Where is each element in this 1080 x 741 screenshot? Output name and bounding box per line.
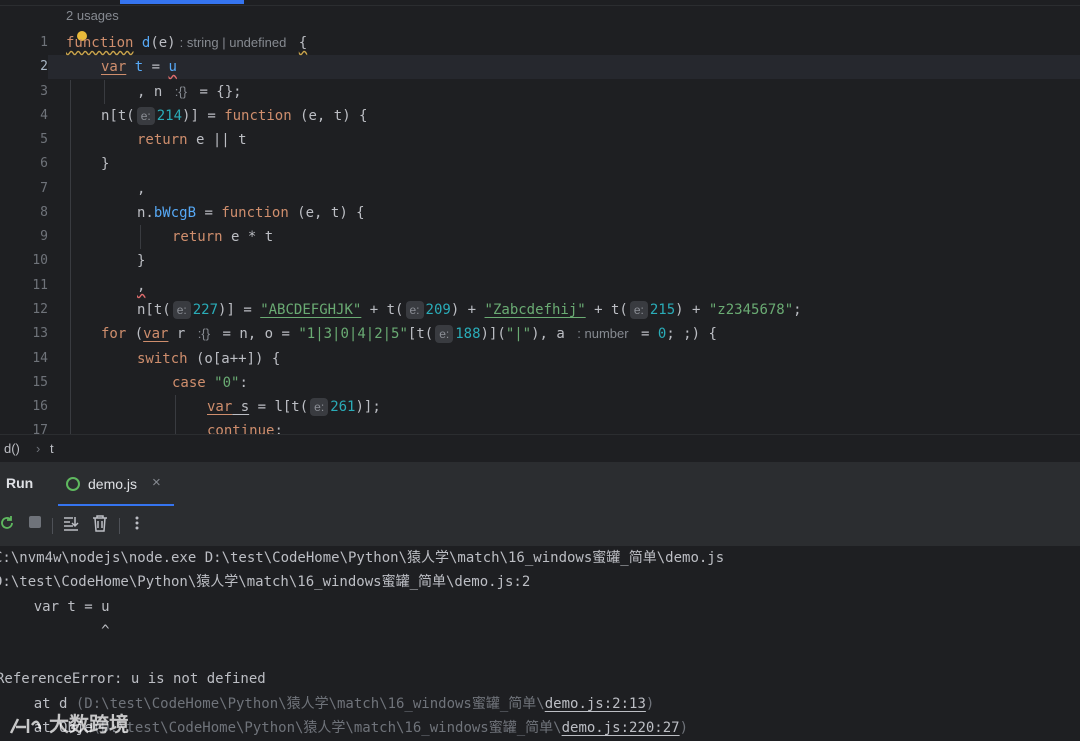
code-line-8[interactable]: n.bWcgB = function (e, t) { (137, 201, 365, 225)
line-number: 8 (40, 205, 48, 220)
code-line-3[interactable]: , n :{} = {}; (137, 80, 242, 104)
code-line-17[interactable]: continue; (207, 419, 283, 434)
line-number: 10 (32, 253, 48, 268)
line-number: 14 (32, 351, 48, 366)
breadcrumb-item-variable[interactable]: t (50, 435, 54, 463)
indent-guide (70, 80, 71, 434)
breadcrumb-item-function[interactable]: d() (4, 435, 20, 463)
type-hint: :{} (197, 326, 211, 341)
console-line: C:\nvm4w\nodejs\node.exe D:\test\CodeHom… (0, 550, 725, 566)
run-toolbar (0, 510, 1080, 542)
stack-link[interactable]: demo.js:2:13 (545, 696, 646, 712)
watermark-logo-icon (9, 717, 42, 734)
line-number: 17 (32, 423, 48, 434)
code-line-1[interactable]: function d(e): string | undefined { (66, 31, 307, 55)
active-tab-underline (58, 504, 174, 506)
code-line-6[interactable]: } (101, 152, 109, 176)
line-number: 1 (40, 35, 48, 50)
code-line-10[interactable]: } (137, 249, 145, 273)
console-line: var t = u (0, 599, 110, 615)
param-hint: e: (435, 325, 454, 343)
current-line-highlight (48, 55, 1080, 79)
more-icon[interactable] (126, 514, 148, 536)
param-hint: e: (405, 301, 424, 319)
console-error-line: ReferenceError: u is not defined (0, 671, 266, 687)
code-line-13[interactable]: for (var r :{} = n, o = "1|3|0|4|2|5"[t(… (101, 322, 717, 346)
param-hint: e: (172, 301, 191, 319)
stack-link[interactable]: demo.js:220:27 (562, 720, 680, 736)
type-hint: : number (577, 326, 629, 341)
tab-label: demo.js (88, 476, 138, 492)
code-line-7[interactable]: , (137, 177, 145, 201)
line-number: 13 (32, 326, 48, 341)
line-number: 2 (40, 59, 48, 74)
param-hint: e: (310, 398, 329, 416)
console-output[interactable]: C:\nvm4w\nodejs\node.exe D:\test\CodeHom… (0, 546, 1080, 741)
indent-guide (104, 80, 105, 104)
type-hint: : string | undefined (179, 35, 287, 50)
line-number: 12 (32, 302, 48, 317)
toolbar-separator (119, 518, 120, 534)
tab-demo-js[interactable]: demo.js × (58, 462, 174, 506)
line-number: 3 (40, 84, 48, 99)
stop-icon[interactable] (24, 514, 46, 536)
nodejs-icon (66, 477, 80, 491)
type-hint: :{} (174, 84, 188, 99)
code-line-11[interactable]: , (137, 274, 145, 298)
toolbar-separator (52, 518, 53, 534)
code-line-2[interactable]: var t = u (101, 55, 177, 79)
indent-guide (175, 395, 176, 434)
line-number: 11 (32, 278, 48, 293)
line-number-gutter: 1 2 3 4 5 6 7 8 9 10 11 12 13 14 15 16 1… (0, 0, 48, 434)
line-number: 6 (40, 156, 48, 171)
run-tool-window: Run demo.js × C:\nvm4w\nodejs\node.exe D… (0, 462, 1080, 741)
close-icon[interactable]: × (152, 474, 161, 491)
watermark-text: 大数跨境 (48, 712, 129, 736)
run-title: Run (6, 475, 34, 491)
code-line-12[interactable]: n[t(e: 227)] = "ABCDEFGHJK" + t(e: 209) + … (137, 298, 802, 322)
code-line-9[interactable]: return e * t (172, 225, 273, 249)
indent-guide (140, 225, 141, 249)
clear-icon[interactable] (89, 514, 111, 536)
breadcrumb: d() › t (0, 434, 1080, 463)
console-line: D:\test\CodeHome\Python\猿人学\match\16_win… (0, 574, 531, 590)
line-number: 9 (40, 229, 48, 244)
rerun-icon[interactable] (0, 514, 18, 536)
code-line-4[interactable]: n[t(e: 214)] = function (e, t) { (101, 104, 367, 128)
console-line: ^ (0, 623, 110, 639)
code-line-16[interactable]: var s = l[t(e: 261)]; (207, 395, 381, 419)
code-line-14[interactable]: switch (o[a++]) { (137, 347, 280, 371)
scroll-to-end-icon[interactable] (60, 514, 82, 536)
line-number: 15 (32, 375, 48, 390)
code-line-15[interactable]: case "0": (172, 371, 248, 395)
param-hint: e: (136, 107, 155, 125)
active-tab-indicator (120, 0, 244, 4)
usages-hint[interactable]: 2 usages (66, 8, 119, 23)
line-number: 16 (32, 399, 48, 414)
breadcrumb-separator: › (36, 441, 41, 456)
param-hint: e: (629, 301, 648, 319)
line-number: 5 (40, 132, 48, 147)
line-number: 4 (40, 108, 48, 123)
code-line-5[interactable]: return e || t (137, 128, 247, 152)
divider (0, 5, 1080, 6)
run-header: Run demo.js × (0, 462, 1080, 506)
line-number: 7 (40, 181, 48, 196)
watermark: 大数跨境 (8, 708, 129, 737)
code-editor[interactable]: 1 2 3 4 5 6 7 8 9 10 11 12 13 14 15 16 1… (0, 0, 1080, 434)
